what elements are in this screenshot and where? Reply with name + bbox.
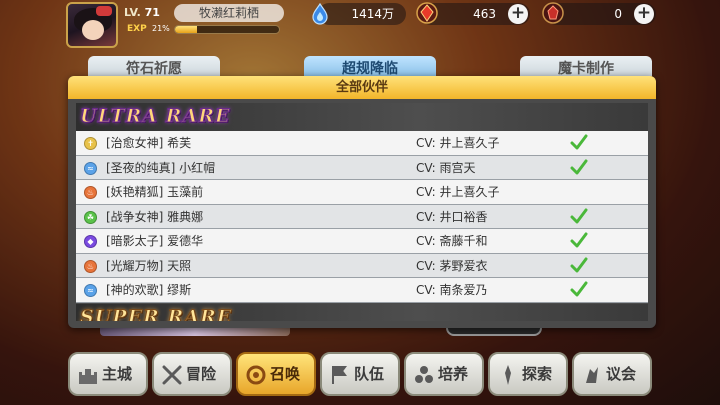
light-element-icon: ✝ — [84, 137, 97, 150]
partner-title: [光耀万物] 天照 — [106, 258, 192, 273]
rarity-banner-super-rare: SUPER RARE — [76, 304, 648, 321]
council-icon — [586, 367, 598, 383]
player-level: LV. 71 — [124, 4, 172, 22]
nav-council-button[interactable]: 议会 — [572, 352, 652, 396]
rarity-banner-ultra-rare: ULTRA RARE — [76, 103, 648, 131]
partner-title: [治愈女神] 希芙 — [106, 136, 192, 150]
nav-label: 召唤 — [270, 365, 301, 383]
partner-title: [战争女神] 雅典娜 — [106, 209, 204, 224]
nav-label: 议会 — [606, 365, 637, 383]
owned-check-icon — [570, 159, 588, 174]
currency-gold-value: 1414万 — [351, 7, 394, 21]
nav-label: 主城 — [102, 365, 133, 383]
training-orbs-icon — [415, 366, 433, 383]
summon-circle-icon — [246, 365, 266, 385]
partner-row[interactable]: ♨ [妖艳精狐] 玉藻前 CV: 井上喜久子 — [76, 180, 648, 205]
partner-row[interactable]: ≈ [圣夜的纯真] 小红帽 CV: 雨宫天 — [76, 155, 648, 180]
add-crystal-button[interactable]: + — [634, 4, 654, 24]
wind-element-icon: ☘ — [84, 210, 97, 224]
owned-check-icon — [570, 208, 588, 223]
partner-cv: CV: 井上喜久子 — [416, 185, 500, 199]
panel-title: 全部伙伴 — [68, 76, 656, 99]
nav-label: 冒险 — [186, 365, 217, 383]
partner-cv: CV: 茅野爱衣 — [416, 258, 488, 273]
add-gem-button[interactable]: + — [508, 4, 528, 24]
blue-flame-icon — [312, 2, 328, 25]
level-prefix: LV. — [124, 6, 141, 19]
partner-list[interactable]: ULTRA RARE ✝ [治愈女神] 希芙 CV: 井上喜久子 ≈ [圣夜的纯真] 小… — [76, 103, 648, 321]
rarity-label: ULTRA RARE — [79, 105, 231, 128]
partner-title: [神的欢歌] 缪斯 — [106, 283, 192, 297]
team-flag-icon — [332, 366, 347, 384]
nav-label: 探索 — [522, 365, 553, 383]
water-element-icon: ≈ — [84, 284, 97, 297]
partner-title: [暗影太子] 爱德华 — [106, 234, 204, 248]
ultra-rare-rows: ✝ [治愈女神] 希芙 CV: 井上喜久子 ≈ [圣夜的纯真] 小红帽 CV: 雨宫天 ♨ [… — [76, 131, 648, 303]
partner-title: [妖艳精狐] 玉藻前 — [106, 185, 204, 199]
partner-row[interactable]: ☘ [战争女神] 雅典娜 CV: 井口裕香 — [76, 204, 648, 229]
nav-label: 培养 — [438, 365, 469, 383]
partner-cv: CV: 井口裕香 — [416, 209, 488, 224]
currency-crystal-value: 0 — [614, 7, 622, 21]
red-crystal-icon — [542, 2, 564, 24]
player-name: 牧濑红莉栖 — [174, 4, 284, 22]
nav-team-flag-button[interactable]: 队伍 — [320, 352, 400, 396]
currency-gem-value: 463 — [473, 7, 496, 21]
nav-summon-circle-button[interactable]: 召唤 — [236, 352, 316, 396]
exp-label: EXP — [127, 24, 147, 34]
partner-cv: CV: 雨宫天 — [416, 160, 476, 175]
dark-element-icon: ◆ — [84, 235, 97, 248]
level-value: 71 — [144, 6, 160, 19]
explore-icon — [505, 365, 511, 385]
partner-row[interactable]: ♨ [光耀万物] 天照 CV: 茅野爱衣 — [76, 253, 648, 278]
red-gem-icon — [416, 2, 438, 24]
partner-row[interactable]: ✝ [治愈女神] 希芙 CV: 井上喜久子 — [76, 131, 648, 156]
owned-check-icon — [570, 257, 588, 272]
crossed-swords-icon — [162, 365, 182, 385]
fire-element-icon: ♨ — [84, 186, 97, 199]
all-partners-panel: 全部伙伴 ULTRA RARE ✝ [治愈女神] 希芙 CV: 井上喜久子 ≈ [圣夜的… — [68, 76, 656, 328]
owned-check-icon — [570, 134, 588, 150]
partner-cv: CV: 南条爱乃 — [416, 283, 488, 297]
fire-element-icon: ♨ — [84, 259, 97, 273]
owned-check-icon — [570, 281, 588, 297]
exp-percent: 21% — [152, 24, 170, 33]
rarity-label: SUPER RARE — [79, 306, 233, 322]
water-element-icon: ≈ — [84, 161, 97, 175]
partner-row[interactable]: ◆ [暗影太子] 爱德华 CV: 斋藤千和 — [76, 229, 648, 254]
nav-crossed-swords-button[interactable]: 冒险 — [152, 352, 232, 396]
player-avatar[interactable] — [66, 2, 118, 48]
castle-icon — [79, 369, 97, 384]
nav-label: 队伍 — [354, 365, 385, 383]
partner-cv: CV: 斋藤千和 — [416, 234, 488, 248]
exp-bar — [174, 25, 280, 34]
partner-row[interactable]: ≈ [神的欢歌] 缪斯 CV: 南条爱乃 — [76, 278, 648, 303]
partner-cv: CV: 井上喜久子 — [416, 136, 500, 150]
nav-training-orbs-button[interactable]: 培养 — [404, 352, 484, 396]
partner-title: [圣夜的纯真] 小红帽 — [106, 160, 216, 175]
owned-check-icon — [570, 232, 588, 248]
nav-explore-button[interactable]: 探索 — [488, 352, 568, 396]
nav-castle-button[interactable]: 主城 — [68, 352, 148, 396]
exp-bar-fill — [175, 26, 197, 33]
